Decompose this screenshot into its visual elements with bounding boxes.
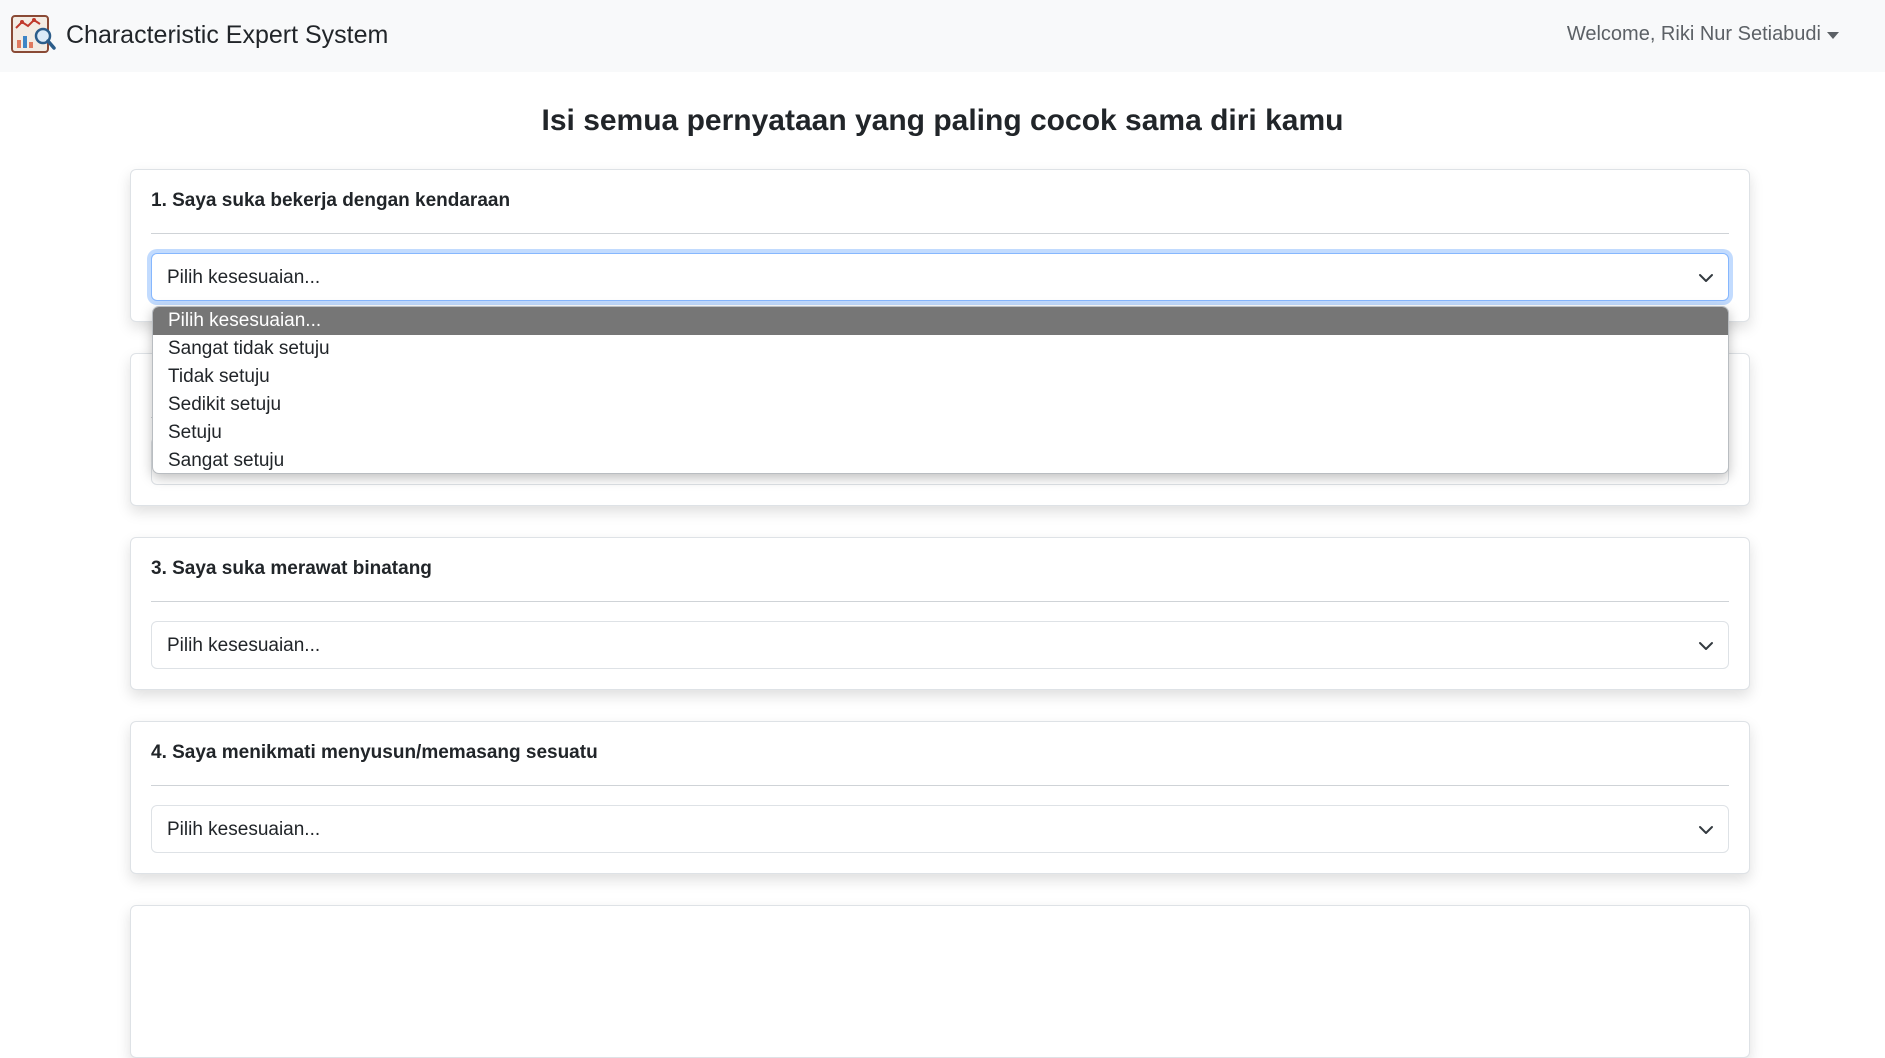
option-sangat-setuju[interactable]: Sangat setuju (153, 447, 1728, 473)
page-title: Isi semua pernyataan yang paling cocok s… (541, 104, 1344, 137)
analytics-logo-icon (11, 15, 56, 53)
select-value: Pilih kesesuaian... (167, 635, 321, 656)
divider (151, 601, 1729, 602)
brand-link[interactable]: Characteristic Expert System (10, 14, 388, 56)
chevron-down-icon (1699, 274, 1713, 282)
navbar: Characteristic Expert System Welcome, Ri… (0, 0, 1885, 72)
question-card-5 (130, 905, 1750, 1058)
select-value: Pilih kesesuaian... (167, 819, 321, 840)
user-menu-label: Welcome, Riki Nur Setiabudi (1566, 23, 1821, 45)
question-card-3: 3. Saya suka merawat binatang Pilih kese… (130, 537, 1750, 690)
question-label: 4. Saya menikmati menyusun/memasang sesu… (151, 742, 598, 763)
question-label: 1. Saya suka bekerja dengan kendaraan (151, 190, 511, 211)
question-card-1: 1. Saya suka bekerja dengan kendaraan Pi… (130, 169, 1750, 322)
divider (151, 233, 1729, 234)
question-card-4: 4. Saya menikmati menyusun/memasang sesu… (130, 721, 1750, 874)
caret-down-icon (1827, 32, 1839, 39)
select-value: Pilih kesesuaian... (167, 267, 321, 288)
divider (151, 785, 1729, 786)
option-tidak-setuju[interactable]: Tidak setuju (153, 363, 1728, 391)
option-sedikit-setuju[interactable]: Sedikit setuju (153, 391, 1728, 419)
option-sangat-tidak-setuju[interactable]: Sangat tidak setuju (153, 335, 1728, 363)
option-setuju[interactable]: Setuju (153, 419, 1728, 447)
question-label: 3. Saya suka merawat binatang (151, 558, 432, 579)
agreement-select-4[interactable]: Pilih kesesuaian... (151, 805, 1729, 853)
chevron-down-icon (1699, 642, 1713, 650)
chevron-down-icon (1699, 826, 1713, 834)
option-pilih-kesesuaian[interactable]: Pilih kesesuaian... (153, 307, 1728, 335)
agreement-select-1[interactable]: Pilih kesesuaian... (151, 253, 1729, 301)
agreement-select-3[interactable]: Pilih kesesuaian... (151, 621, 1729, 669)
agreement-options-list: Pilih kesesuaian... Sangat tidak setuju … (152, 306, 1729, 474)
user-menu-toggle[interactable]: Welcome, Riki Nur Setiabudi (1567, 23, 1839, 46)
brand-title: Characteristic Expert System (66, 20, 389, 49)
